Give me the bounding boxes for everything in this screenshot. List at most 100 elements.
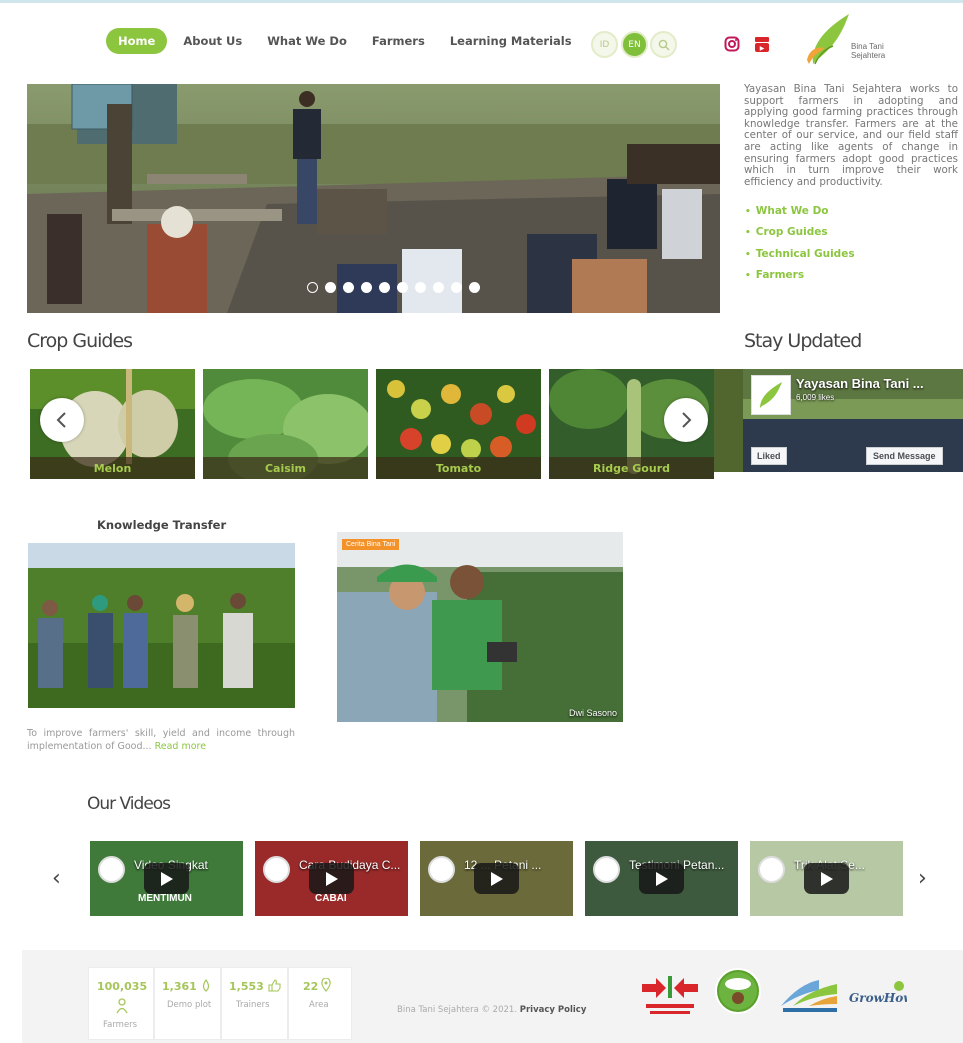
read-more-link[interactable]: Read more: [155, 741, 207, 752]
spindo-logo: [719, 972, 757, 1010]
partner-logo-growhow[interactable]: GrowHow: [847, 980, 914, 1008]
slider-dot[interactable]: [451, 282, 462, 293]
crop-card-caisim[interactable]: Caisim: [203, 369, 368, 479]
slider-dot[interactable]: [325, 282, 336, 293]
main-nav: Home About Us What We Do Farmers Learnin…: [106, 28, 597, 54]
brand-name: Bina Tani Sejahtera: [851, 42, 886, 60]
leaf-logo-icon: [807, 14, 849, 65]
slider-dot[interactable]: [361, 282, 372, 293]
drop-icon: [202, 979, 210, 992]
link-farmers[interactable]: Farmers: [745, 269, 855, 281]
quick-links: What We Do Crop Guides Technical Guides …: [745, 205, 855, 290]
crop-guides-heading: Crop Guides: [27, 330, 133, 352]
slider-dot[interactable]: [415, 282, 426, 293]
play-button[interactable]: [639, 863, 684, 894]
page-name[interactable]: Yayasan Bina Tani ...: [796, 376, 924, 391]
hero-slider[interactable]: [27, 84, 720, 313]
photo-credit: Dwi Sasono: [568, 708, 617, 718]
play-button[interactable]: [144, 863, 189, 894]
person-icon: [116, 998, 128, 1014]
knowledge-transfer-text: To improve farmers' skill, yield and inc…: [27, 728, 295, 752]
play-button[interactable]: [309, 863, 354, 894]
video-thumb-3[interactable]: 12 ... Petani ...: [420, 841, 573, 916]
crop-card-tomato[interactable]: Tomato: [376, 369, 541, 479]
slider-dots: [307, 282, 480, 293]
lang-en-button[interactable]: EN: [621, 31, 648, 58]
partner-logo-east-west-seed[interactable]: [640, 972, 700, 1017]
farmers-group-photo: [28, 543, 295, 708]
nav-what-we-do[interactable]: What We Do: [267, 34, 347, 48]
channel-avatar: [428, 856, 455, 883]
stat-demo-plot: 1,361 Demo plot: [154, 967, 221, 1040]
copyright: Bina Tani Sejahtera © 2021. Privacy Poli…: [397, 1005, 587, 1015]
play-icon: [655, 871, 668, 886]
slider-dot[interactable]: [379, 282, 390, 293]
growhow-logo: GrowHow: [849, 981, 914, 1005]
liked-button[interactable]: Liked: [751, 447, 787, 465]
nav-farmers[interactable]: Farmers: [372, 34, 425, 48]
link-what-we-do[interactable]: What We Do: [745, 205, 855, 217]
crop-next-button[interactable]: [664, 398, 708, 442]
our-videos-heading: Our Videos: [87, 794, 171, 814]
crop-label-melon: Melon: [30, 457, 195, 479]
channel-avatar: [758, 856, 785, 883]
featured-story-photo[interactable]: Cerita Bina Tani Dwi Sasono: [337, 532, 623, 722]
link-technical-guides[interactable]: Technical Guides: [745, 248, 855, 260]
privacy-policy-link[interactable]: Privacy Policy: [520, 1005, 587, 1015]
intro-text: Yayasan Bina Tani Sejahtera works to sup…: [744, 83, 958, 188]
vegimpact-logo: [781, 980, 837, 1012]
slider-dot[interactable]: [469, 282, 480, 293]
play-button[interactable]: [804, 863, 849, 894]
nav-learning-materials[interactable]: Learning Materials: [450, 34, 572, 48]
instagram-icon[interactable]: [721, 33, 743, 55]
thumbs-up-icon: [268, 979, 281, 992]
slider-dot[interactable]: [433, 282, 444, 293]
partner-logo-vegimpact[interactable]: [779, 976, 841, 1016]
partner-logo-spindo[interactable]: [715, 968, 761, 1014]
page-avatar[interactable]: [751, 375, 791, 415]
youtube-icon[interactable]: ▶: [751, 33, 773, 55]
nav-home[interactable]: Home: [106, 28, 168, 54]
play-icon: [490, 871, 503, 886]
facebook-page-widget[interactable]: Yayasan Bina Tani ... 6,009 likes Liked …: [743, 369, 963, 472]
slider-dot[interactable]: [307, 282, 318, 293]
stat-trainers: 1,553 Trainers: [221, 967, 288, 1040]
stat-farmers: 100,035 Farmers: [88, 967, 154, 1040]
crop-prev-button[interactable]: [40, 398, 84, 442]
videos-next-button[interactable]: ›: [918, 866, 927, 891]
svg-text:▶: ▶: [760, 45, 765, 52]
play-button[interactable]: [474, 863, 519, 894]
story-tag: Cerita Bina Tani: [342, 539, 400, 550]
location-pin-icon: [321, 978, 331, 992]
crop-label-caisim: Caisim: [203, 457, 368, 479]
crop-label-tomato: Tomato: [376, 457, 541, 479]
videos-prev-button[interactable]: ‹: [52, 866, 61, 891]
search-button[interactable]: [650, 31, 677, 58]
search-icon: [658, 39, 669, 50]
lang-id-button[interactable]: ID: [591, 31, 618, 58]
top-border: [0, 0, 963, 3]
channel-avatar: [263, 856, 290, 883]
brand-logo[interactable]: [803, 10, 893, 70]
footer: 100,035 Farmers 1,361 Demo plot 1,553 Tr…: [22, 950, 963, 1043]
east-west-seed-logo: [642, 976, 698, 1014]
slider-dot[interactable]: [397, 282, 408, 293]
play-icon: [820, 871, 833, 886]
video-thumb-4[interactable]: Testimoni Petan...: [585, 841, 738, 916]
link-crop-guides[interactable]: Crop Guides: [745, 226, 855, 238]
send-message-button[interactable]: Send Message: [866, 447, 943, 465]
chevron-left-icon: [56, 412, 66, 428]
video-thumb-2[interactable]: Cara Budidaya C... CABAI: [255, 841, 408, 916]
crop-label-ridge-gourd: Ridge Gourd: [549, 457, 714, 479]
knowledge-transfer-photo[interactable]: [28, 543, 295, 708]
nav-about-us[interactable]: About Us: [183, 34, 242, 48]
video-thumb-1[interactable]: Video Singkat MENTIMUN: [90, 841, 243, 916]
knowledge-transfer-title: Knowledge Transfer: [97, 518, 227, 532]
field-staff-photo: [337, 532, 623, 722]
page-likes: 6,009 likes: [796, 393, 835, 402]
video-thumb-5[interactable]: Trik Alat Se...: [750, 841, 903, 916]
play-icon: [325, 871, 338, 886]
slider-dot[interactable]: [343, 282, 354, 293]
hero-photo: [27, 84, 720, 313]
leaf-logo-icon: [760, 382, 782, 408]
